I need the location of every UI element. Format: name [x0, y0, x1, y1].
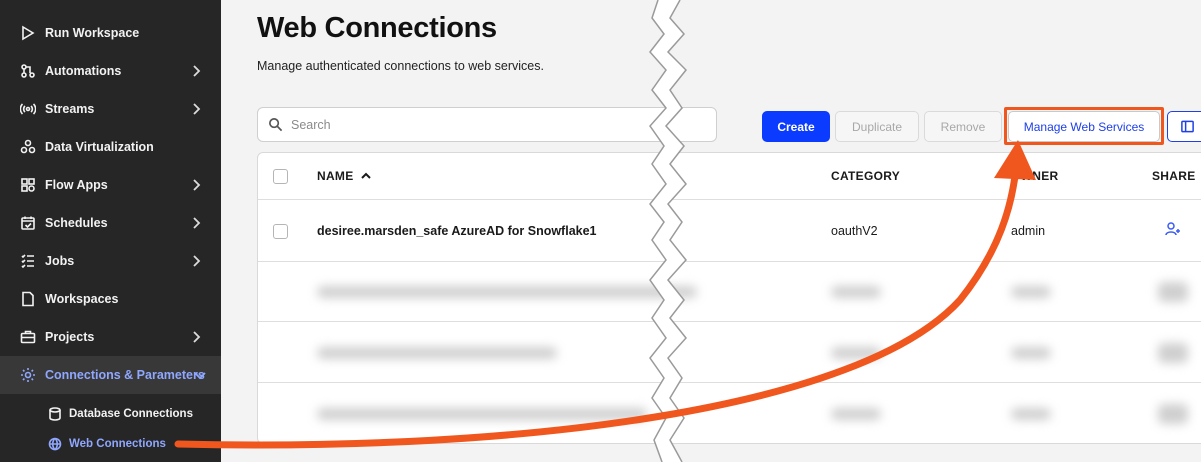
nav-web-connections[interactable]: Web Connections [0, 429, 221, 459]
nav-jobs[interactable]: Jobs [0, 242, 221, 280]
briefcase-icon [19, 328, 37, 346]
sort-ascending-icon [360, 172, 371, 179]
columns-icon [1180, 120, 1194, 133]
nav-label: Streams [45, 102, 95, 116]
search-input[interactable] [291, 117, 671, 132]
column-header-name[interactable]: NAME [317, 169, 372, 183]
row-checkbox[interactable] [273, 224, 288, 239]
sidebar: Run Workspace Automations Streams Data V… [0, 0, 221, 462]
apps-icon [19, 176, 37, 194]
main-content: Web Connections Manage authenticated con… [221, 0, 1201, 462]
cell-owner: admin [1011, 224, 1046, 238]
table-row-blurred [258, 323, 1201, 383]
calendar-icon [19, 214, 37, 232]
automation-icon [19, 62, 37, 80]
chevron-right-icon [189, 178, 203, 192]
duplicate-button[interactable]: Duplicate [835, 111, 919, 142]
nav-schedules[interactable]: Schedules [0, 204, 221, 242]
jobs-icon [19, 252, 37, 270]
select-all-checkbox[interactable] [273, 169, 288, 184]
chevron-right-icon [189, 254, 203, 268]
table-row[interactable]: desiree.marsden_safe AzureAD for Snowfla… [258, 200, 1201, 262]
nav-label: Schedules [45, 216, 108, 230]
nav-label: Jobs [45, 254, 75, 268]
remove-button[interactable]: Remove [924, 111, 1002, 142]
search-icon [269, 118, 283, 132]
cell-name: desiree.marsden_safe AzureAD for Snowfla… [317, 224, 597, 238]
chevron-right-icon [189, 216, 203, 230]
search-box[interactable] [257, 107, 717, 142]
nav-label: Data Virtualization [45, 140, 154, 154]
page-title: Web Connections [257, 12, 497, 44]
table-row-blurred [258, 384, 1201, 443]
nav-workspaces[interactable]: Workspaces [0, 280, 221, 318]
database-icon [47, 406, 63, 422]
stream-icon [19, 100, 37, 118]
columns-button[interactable] [1167, 111, 1201, 142]
connections-table: NAME CATEGORY OWNER SHARE desiree.marsde… [257, 152, 1201, 444]
share-user-icon[interactable] [1165, 221, 1183, 239]
table-header: NAME CATEGORY OWNER SHARE [258, 153, 1201, 200]
globe-icon [47, 436, 63, 452]
column-header-share[interactable]: SHARE [1152, 169, 1196, 183]
nav-label: Workspaces [45, 292, 119, 306]
nav-streams[interactable]: Streams [0, 90, 221, 128]
nav-projects[interactable]: Projects [0, 318, 221, 356]
nav-label: Projects [45, 330, 95, 344]
page-subtitle: Manage authenticated connections to web … [257, 59, 544, 73]
nav-flow-apps[interactable]: Flow Apps [0, 166, 221, 204]
cell-category: oauthV2 [831, 224, 878, 238]
nav-label: Run Workspace [45, 26, 140, 40]
create-button[interactable]: Create [762, 111, 830, 142]
column-header-category[interactable]: CATEGORY [831, 169, 900, 183]
nav-connections-parameters[interactable]: Connections & Parameters [0, 356, 221, 394]
nav-label: Connections & Parameters [45, 368, 205, 382]
subnav-label: Database Connections [69, 408, 193, 420]
data-virtualization-icon [19, 138, 37, 156]
nav-run-workspace[interactable]: Run Workspace [0, 14, 221, 52]
manage-web-services-button[interactable]: Manage Web Services [1008, 111, 1160, 142]
nav-label: Flow Apps [45, 178, 108, 192]
table-row-blurred [258, 262, 1201, 322]
column-header-owner[interactable]: OWNER [1011, 169, 1059, 183]
chevron-right-icon [189, 102, 203, 116]
nav-label: Automations [45, 64, 122, 78]
nav-data-virtualization[interactable]: Data Virtualization [0, 128, 221, 166]
file-icon [19, 290, 37, 308]
nav-automations[interactable]: Automations [0, 52, 221, 90]
gear-icon [19, 366, 37, 384]
chevron-down-icon [193, 368, 207, 382]
chevron-right-icon [189, 64, 203, 78]
nav-database-connections[interactable]: Database Connections [0, 399, 221, 429]
subnav-label: Web Connections [69, 438, 166, 450]
chevron-right-icon [189, 330, 203, 344]
play-icon [19, 24, 37, 42]
